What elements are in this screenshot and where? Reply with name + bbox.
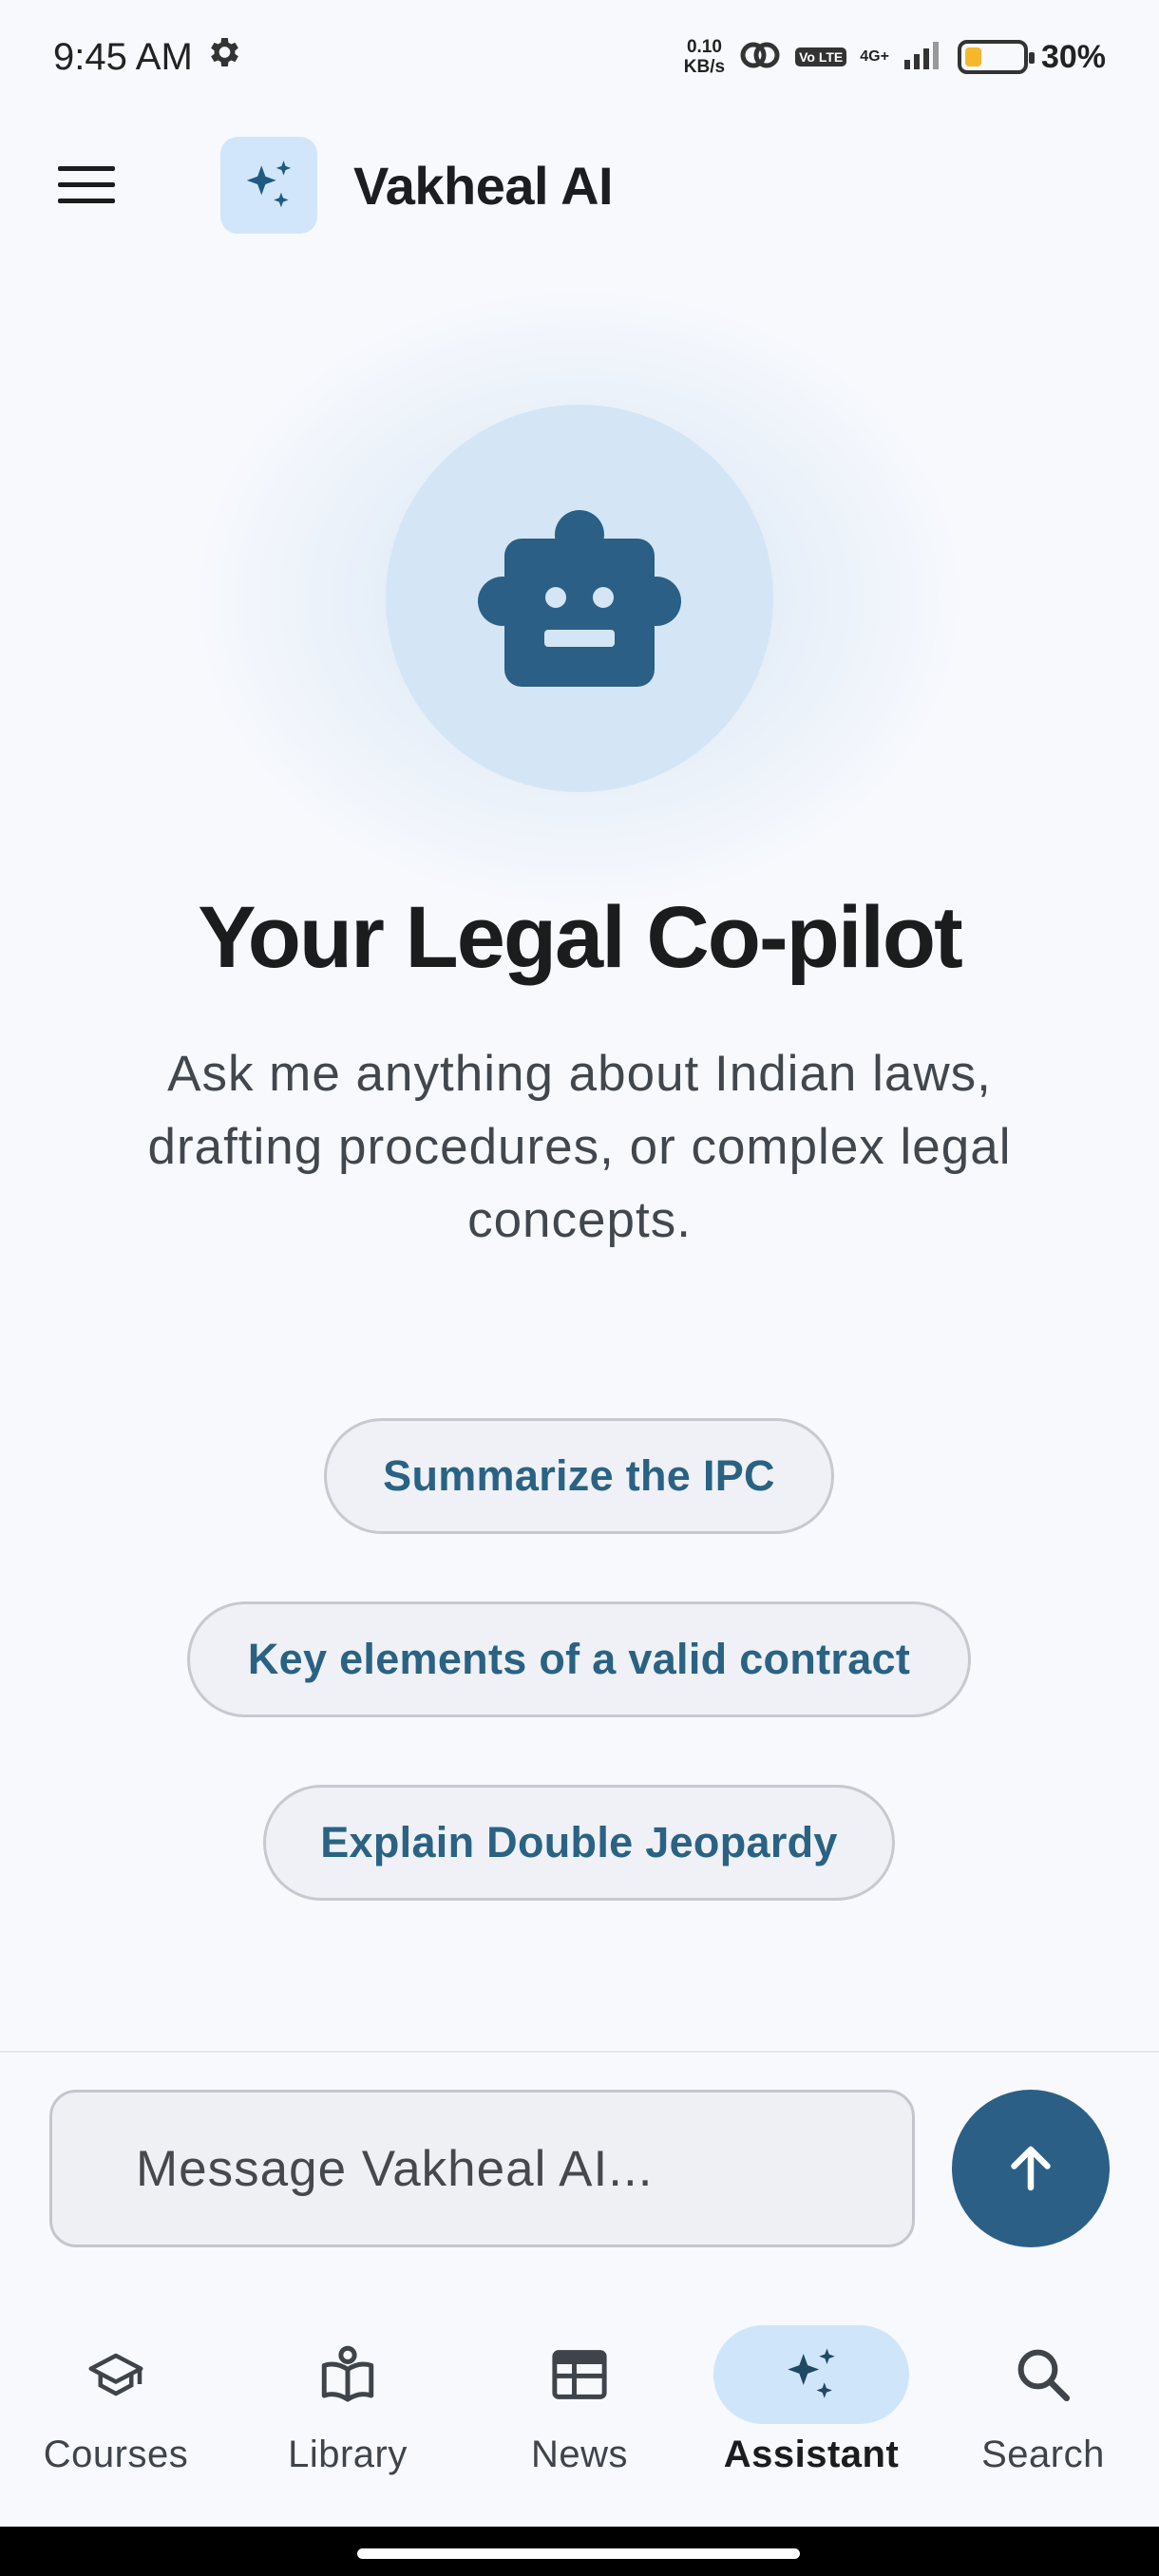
nav-item-courses[interactable]: Courses [11, 2299, 220, 2476]
nav-item-assistant[interactable]: Assistant [707, 2299, 916, 2476]
nav-icon-wrap [713, 2325, 909, 2424]
book-icon [321, 2345, 374, 2402]
search-icon [1017, 2349, 1071, 2402]
nav-item-search[interactable]: Search [939, 2299, 1148, 2476]
message-input[interactable] [49, 2090, 915, 2247]
nav-icon-wrap [18, 2325, 214, 2424]
nav-icon-wrap [945, 2325, 1141, 2424]
nav-icon-wrap [482, 2325, 677, 2424]
suggestion-chip[interactable]: Summarize the IPC [324, 1418, 834, 1534]
nav-label: Library [288, 2434, 408, 2475]
bottom-nav: Courses Library News Assistant Search [0, 2299, 1159, 2527]
signal-icon [902, 39, 944, 76]
send-button[interactable] [952, 2090, 1110, 2247]
hero-subtitle: Ask me anything about Indian laws, draft… [147, 1046, 1012, 1248]
nav-item-library[interactable]: Library [243, 2299, 452, 2476]
app-title: Vakheal AI [353, 155, 614, 216]
nav-icon-wrap [250, 2325, 446, 2424]
arrow-up-icon [1011, 2146, 1051, 2191]
suggestion-chip[interactable]: Key elements of a valid contract [187, 1601, 971, 1717]
graduation-cap-icon [88, 2353, 143, 2396]
app-logo [220, 137, 317, 234]
settings-gear-icon [204, 33, 242, 81]
hamburger-icon [58, 166, 115, 203]
battery-icon [957, 40, 1035, 74]
app-bar: Vakheal AI [0, 123, 1159, 247]
status-left: 9:45 AM [53, 33, 242, 81]
home-indicator[interactable] [357, 2548, 800, 2559]
composer-divider [0, 2051, 1159, 2053]
newspaper-icon [552, 2350, 607, 2399]
link-icon [738, 39, 782, 76]
hero-avatar [386, 405, 773, 792]
sparkles-icon [246, 161, 292, 208]
battery-level [964, 47, 982, 66]
status-time: 9:45 AM [53, 35, 193, 78]
nav-label: Courses [43, 2434, 189, 2475]
menu-button[interactable] [53, 152, 120, 218]
status-bar: 9:45 AM 0.10 KB/s Vo LTE 4G+ 30% [0, 0, 1159, 114]
robot-icon [478, 510, 681, 687]
nav-label: Search [981, 2434, 1105, 2475]
network-type: 4G+ [860, 48, 889, 65]
sparkles-icon [788, 2348, 835, 2398]
nav-label: Assistant [723, 2434, 900, 2475]
nav-item-news[interactable]: News [475, 2299, 684, 2476]
status-right: 0.10 KB/s Vo LTE 4G+ 30% [684, 37, 1106, 77]
battery-percent: 30% [1040, 38, 1106, 75]
suggestion-chip[interactable]: Explain Double Jeopardy [263, 1785, 895, 1901]
volte-badge: Vo LTE [795, 47, 847, 66]
nav-label: News [530, 2434, 629, 2475]
network-speed: 0.10 KB/s [684, 37, 725, 77]
network-speed-unit: KB/s [683, 57, 726, 77]
hero-title: Your Legal Co-pilot [198, 889, 963, 986]
network-speed-value: 0.10 [686, 37, 722, 57]
